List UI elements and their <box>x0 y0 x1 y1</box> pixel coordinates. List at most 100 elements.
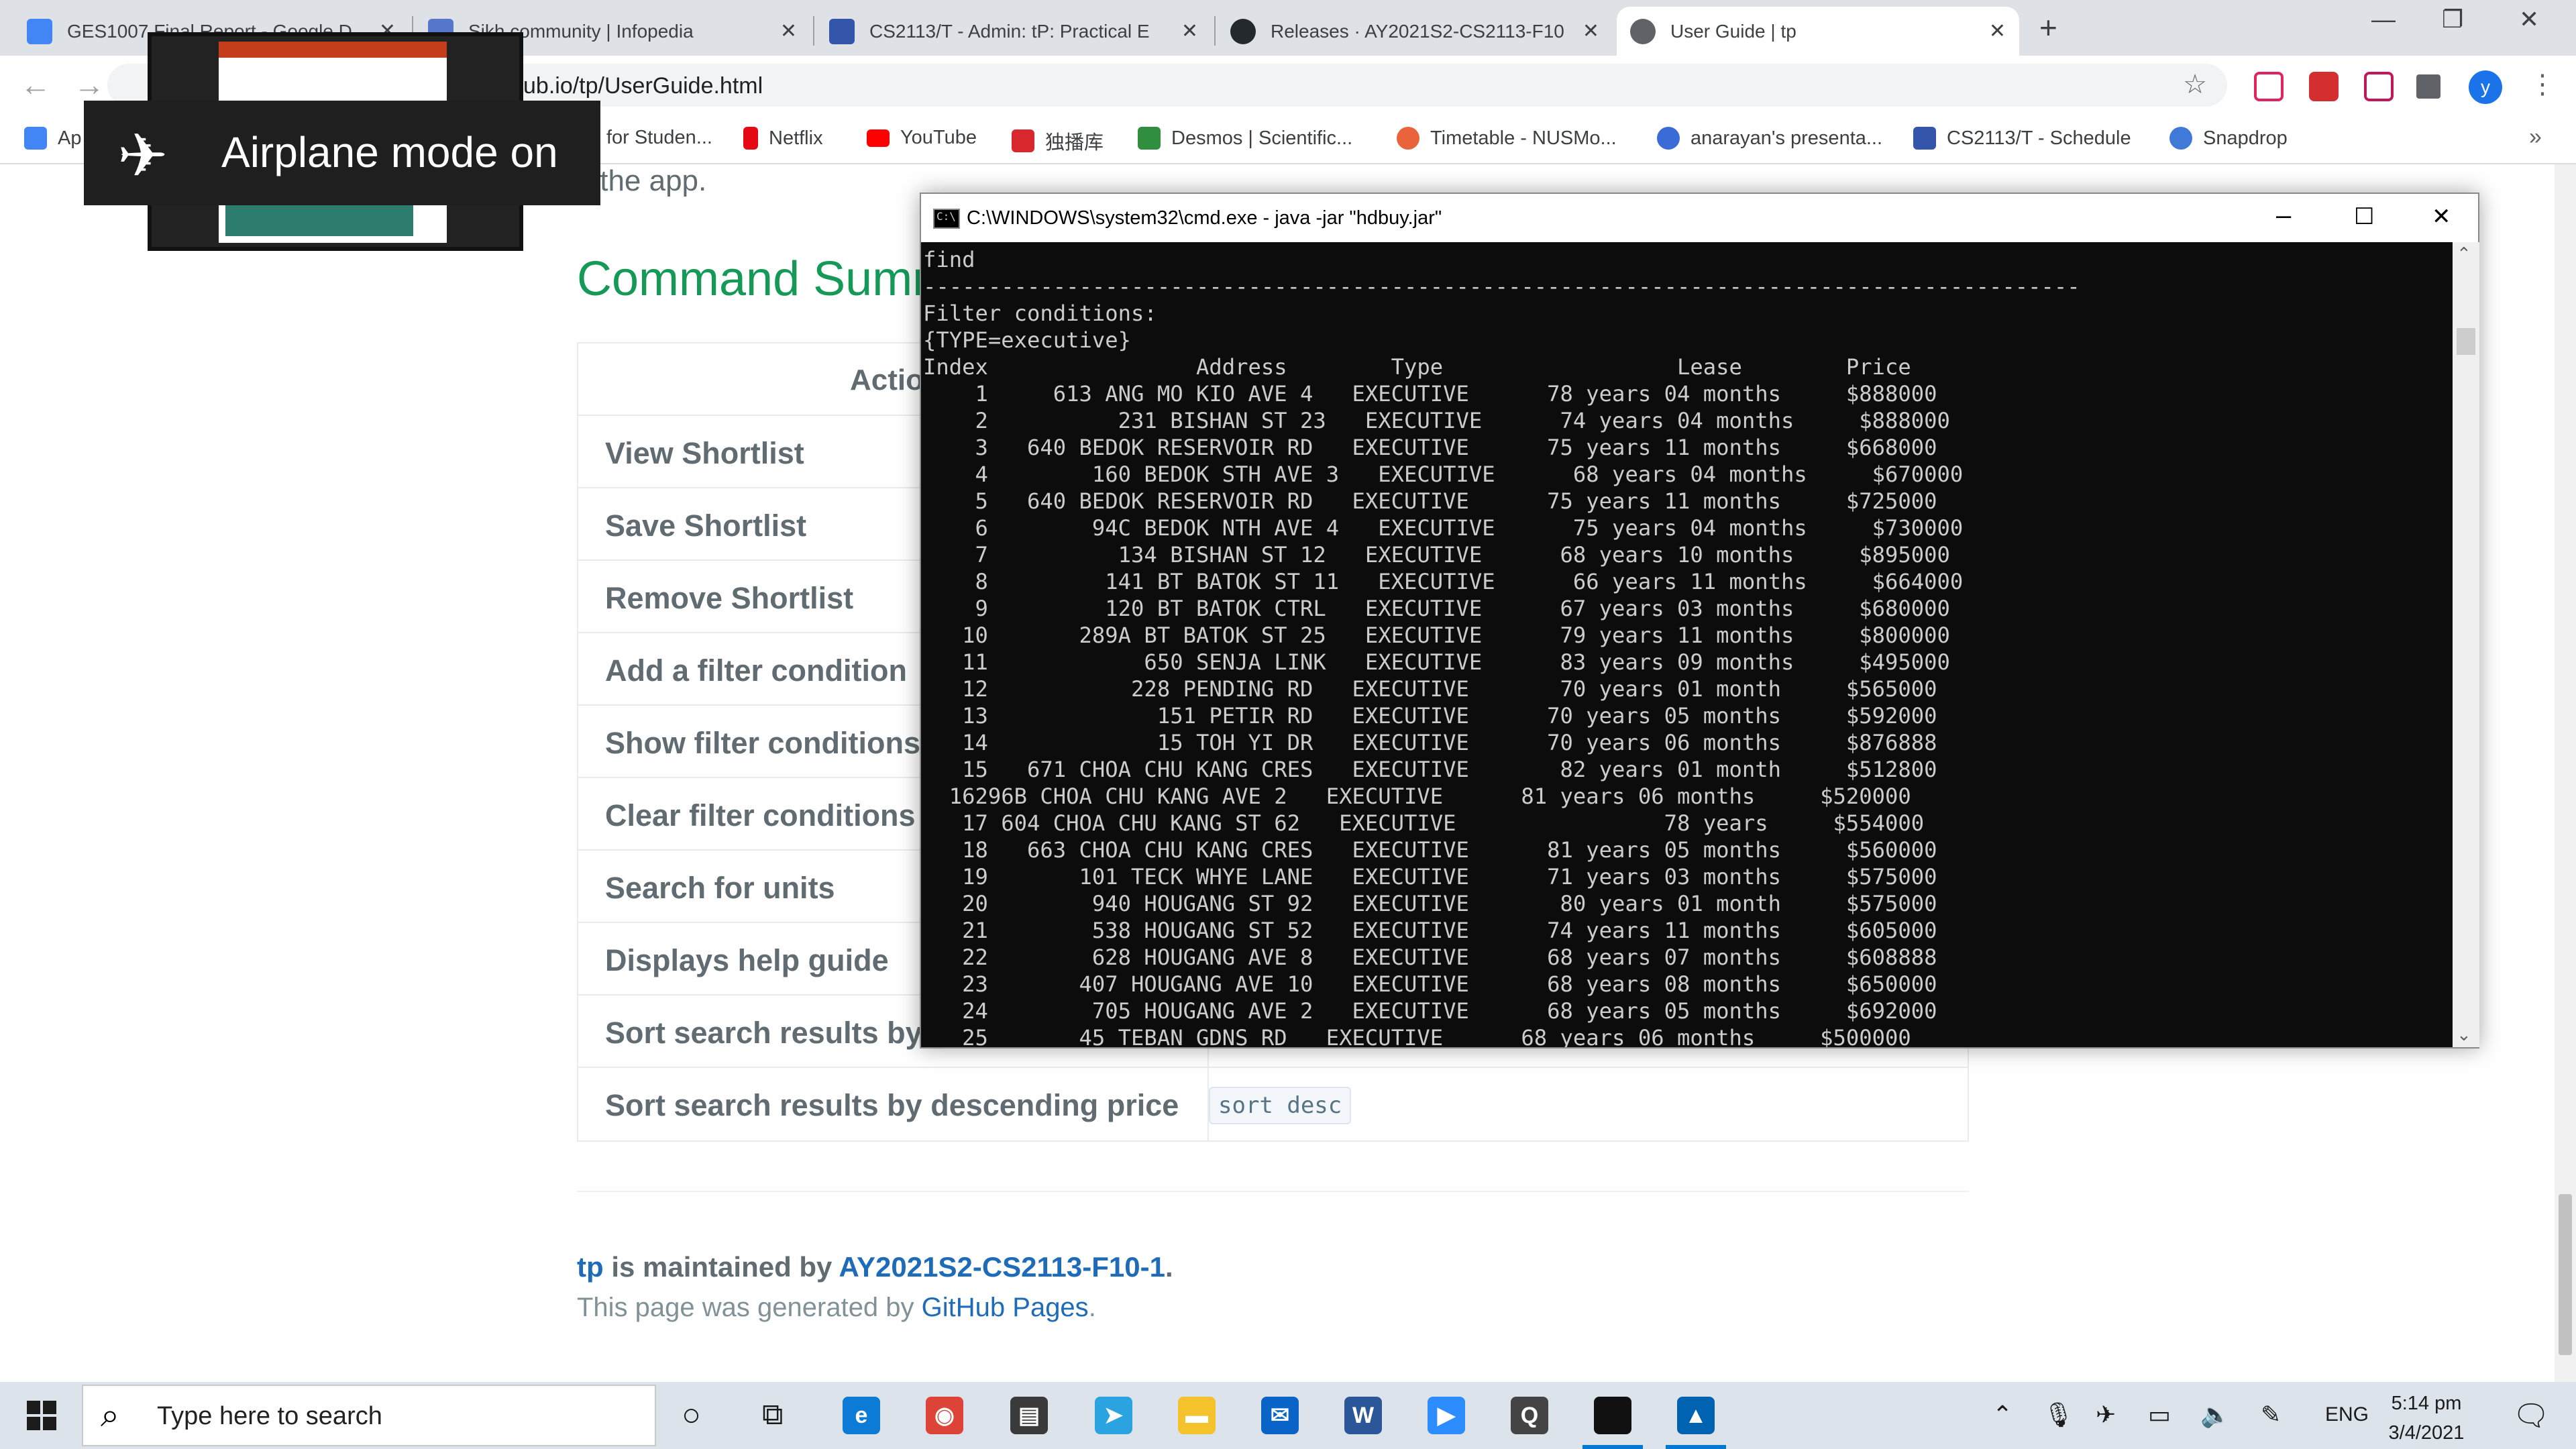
zoom-icon[interactable]: ▶ <box>1428 1397 1465 1434</box>
bookmark-students[interactable]: for Studen... <box>606 127 712 149</box>
video-extension-icon[interactable] <box>2364 72 2394 101</box>
bookmark-star-icon[interactable]: ☆ <box>2183 69 2207 100</box>
period: . <box>1165 1251 1173 1283</box>
scrollbar-thumb[interactable] <box>2559 1194 2572 1355</box>
tab-divider <box>813 16 814 46</box>
clock-time: 5:14 pm <box>2391 1393 2462 1414</box>
close-icon[interactable]: ✕ <box>2432 203 2451 230</box>
taskbar: ⌕ Type here to search ○ ⧉ e ◉ ▤ ➤ ▬ ✉ W ▶ Q ▲ ⌃ 🎙… <box>0 1382 2576 1449</box>
clock-date: 3/4/2021 <box>2388 1422 2465 1444</box>
bookmark-apps[interactable]: Ap <box>24 127 81 150</box>
bookmark-snapdrop[interactable]: Snapdrop <box>2169 127 2288 150</box>
cmd-icon-text: C:\ <box>936 210 956 223</box>
tab-releases[interactable]: Releases · AY2021S2-CS2113-F10 ✕ <box>1217 7 1613 56</box>
avatar[interactable]: y <box>2469 70 2502 104</box>
scroll-up-icon[interactable]: ⌃ <box>2457 244 2471 264</box>
bookmark-duboku[interactable]: 独播库 <box>1012 127 1104 155</box>
close-icon[interactable]: ✕ <box>1582 19 1599 43</box>
team-link[interactable]: AY2021S2-CS2113-F10-1 <box>839 1251 1165 1283</box>
close-icon[interactable]: ✕ <box>780 19 797 43</box>
edge-icon[interactable]: e <box>843 1397 880 1434</box>
bookmark-label: Ap <box>58 127 82 149</box>
minimize-icon[interactable]: — <box>2371 5 2396 34</box>
action-cell: Clear filter conditions <box>605 798 916 833</box>
tab-title: User Guide | tp <box>1670 20 1796 42</box>
search-app-icon[interactable]: Q <box>1511 1397 1548 1434</box>
cmd-scrollbar[interactable]: ⌃ ⌄ <box>2453 242 2479 1047</box>
chrome-icon[interactable]: ◉ <box>926 1397 963 1434</box>
photos-icon[interactable]: ▲ <box>1677 1397 1715 1434</box>
action-cell: Displays help guide <box>605 943 889 977</box>
battery-icon[interactable]: ▭ <box>2148 1401 2171 1429</box>
cortana-icon[interactable]: ○ <box>682 1397 701 1434</box>
close-window-icon[interactable]: ✕ <box>2519 5 2539 34</box>
close-icon[interactable]: ✕ <box>1181 19 1198 43</box>
pdf-extension-icon[interactable] <box>2309 72 2339 101</box>
tab-cs2113-admin[interactable]: CS2113/T - Admin: tP: Practical E ✕ <box>816 7 1212 56</box>
netflix-icon <box>743 127 758 150</box>
mail-icon[interactable]: ✉ <box>1261 1397 1299 1434</box>
scroll-down-icon[interactable]: ⌄ <box>2457 1024 2471 1045</box>
tp-link[interactable]: tp <box>577 1251 604 1283</box>
action-cell: Sort search results by <box>605 1016 922 1050</box>
cmd-titlebar[interactable]: C:\ C:\WINDOWS\system32\cmd.exe - java -… <box>921 194 2478 242</box>
pocket-extension-icon[interactable] <box>2254 72 2284 101</box>
console-output[interactable]: find -----------------------------------… <box>921 242 2453 1047</box>
bookmark-youtube[interactable]: YouTube <box>867 127 977 149</box>
menu-dots-icon[interactable]: ⋮ <box>2529 69 2556 100</box>
airplane-mode-text: Airplane mode on <box>221 128 558 176</box>
telegram-icon[interactable]: ➤ <box>1095 1397 1132 1434</box>
volume-icon[interactable]: 🔈 <box>2200 1401 2231 1429</box>
bookmark-netflix[interactable]: Netflix <box>743 127 823 150</box>
tab-title: CS2113/T - Admin: tP: Practical E <box>869 20 1150 42</box>
chevron-up-icon[interactable]: ⌃ <box>1992 1401 2012 1429</box>
puzzle-extensions-icon[interactable] <box>2416 74 2440 99</box>
close-icon[interactable]: ✕ <box>1989 19 2006 43</box>
cmd-icon: C:\ <box>933 209 960 229</box>
bookmark-label: Timetable - NUSMo... <box>1430 127 1617 149</box>
globe-icon <box>1630 18 1656 44</box>
bookmark-nusmods[interactable]: Timetable - NUSMo... <box>1397 127 1617 150</box>
taskbar-search-box[interactable]: ⌕ Type here to search <box>82 1385 656 1446</box>
word-icon[interactable]: W <box>1344 1397 1382 1434</box>
new-tab-button[interactable]: + <box>2039 9 2057 46</box>
bookmark-label: 独播库 <box>1045 132 1104 154</box>
airplane-mode-icon[interactable]: ✈ <box>2096 1401 2116 1429</box>
tab-user-guide[interactable]: User Guide | tp ✕ <box>1617 7 2019 56</box>
generated-by-line: This page was generated by GitHub Pages. <box>577 1293 1096 1323</box>
github-icon <box>1230 18 1256 44</box>
cmd-window[interactable]: C:\ C:\WINDOWS\system32\cmd.exe - java -… <box>920 193 2479 1049</box>
forward-icon[interactable]: → <box>74 66 105 103</box>
bookmark-schedule[interactable]: CS2113/T - Schedule <box>1913 127 2131 150</box>
file-explorer-icon[interactable]: ▬ <box>1178 1397 1216 1434</box>
search-placeholder: Type here to search <box>157 1402 382 1430</box>
task-view-icon[interactable]: ⧉ <box>762 1398 783 1432</box>
windows-start-icon[interactable] <box>27 1401 56 1430</box>
bookmark-desmos[interactable]: Desmos | Scientific... <box>1138 127 1352 150</box>
microphone-icon[interactable]: 🎙 <box>2043 1401 2074 1429</box>
tab-title: Releases · AY2021S2-CS2113-F10 <box>1271 20 1564 42</box>
tab-divider <box>1214 16 1216 46</box>
console-text: find -----------------------------------… <box>923 247 2080 1047</box>
table-row: Sort search results by descending price … <box>578 1068 1968 1140</box>
restore-icon[interactable]: ❐ <box>2442 5 2463 34</box>
desmos-icon <box>1138 127 1161 150</box>
notification-icon[interactable]: 🗨 <box>2512 1398 2550 1433</box>
taskbar-clock[interactable]: 5:14 pm 3/4/2021 <box>2376 1389 2477 1448</box>
cmd-icon[interactable] <box>1594 1397 1631 1434</box>
section-title: Command Summ <box>577 252 953 306</box>
chart-icon <box>1657 127 1680 150</box>
page-scrollbar[interactable] <box>2555 164 2576 1382</box>
github-pages-link[interactable]: GitHub Pages <box>922 1293 1089 1322</box>
store-icon[interactable]: ▤ <box>1010 1397 1048 1434</box>
action-cell: Show filter conditions <box>605 726 920 760</box>
back-icon[interactable]: ← <box>20 66 51 103</box>
language-indicator[interactable]: ENG <box>2325 1403 2369 1426</box>
bookmark-label: anarayan's presenta... <box>1690 127 1883 149</box>
more-bookmarks-icon[interactable]: » <box>2529 124 2542 150</box>
bookmark-presentation[interactable]: anarayan's presenta... <box>1657 127 1882 150</box>
minimize-icon[interactable]: – <box>2276 201 2291 231</box>
pen-icon[interactable]: ✎ <box>2261 1401 2281 1429</box>
scrollbar-thumb[interactable] <box>2457 328 2475 355</box>
maximize-icon[interactable]: ☐ <box>2354 203 2374 230</box>
